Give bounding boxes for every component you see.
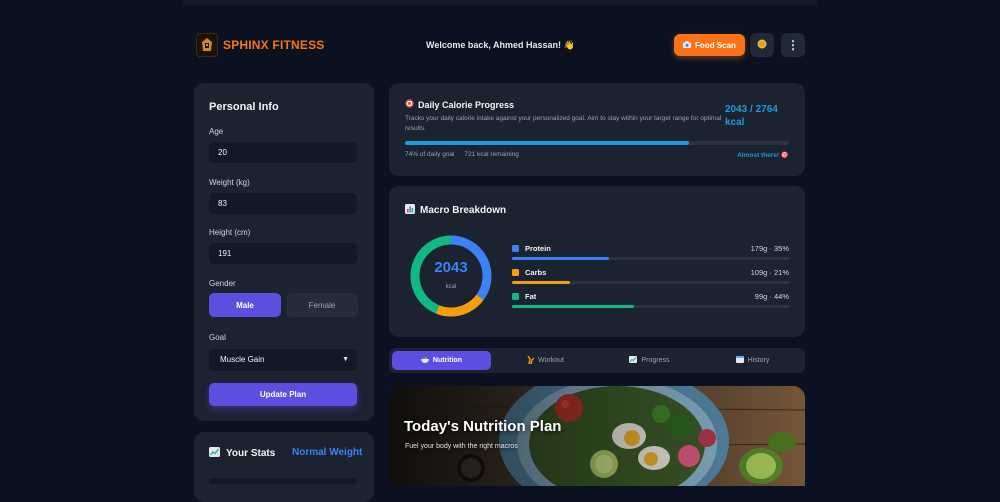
macro-name: Fat (525, 292, 537, 301)
macro-donut-chart (410, 235, 492, 317)
macro-name: Protein (525, 244, 551, 253)
calorie-value-unit: kcal (725, 117, 745, 128)
tab-label: Nutrition (432, 357, 463, 364)
update-plan-button[interactable]: Update Plan (209, 383, 357, 406)
gender-label: Gender (209, 279, 236, 288)
tab-nutrition[interactable]: Nutrition (392, 351, 491, 370)
calorie-percent: 74% of daily goal (405, 151, 455, 158)
goal-value: Muscle Gain (220, 355, 265, 364)
calorie-progress-track (405, 141, 789, 145)
macro-title-label: Macro Breakdown (420, 205, 507, 216)
macro-name: Carbs (525, 268, 547, 277)
bowl-icon (420, 356, 429, 365)
gender-male-button[interactable]: Male (209, 293, 281, 317)
weight-label: Weight (kg) (209, 178, 250, 187)
chart-icon (629, 356, 638, 365)
personal-info-card: Personal Info Age 20 Weight (kg) 83 Heig… (194, 83, 374, 421)
personal-info-title: Personal Info (209, 101, 279, 113)
macro-fill (512, 281, 571, 284)
macro-value: 179g · 35% (750, 244, 789, 253)
age-label: Age (209, 127, 224, 136)
height-input[interactable]: 191 (209, 243, 357, 264)
calorie-remaining: 721 kcal remaining (464, 151, 519, 158)
macro-value: 109g · 21% (750, 268, 789, 277)
tab-label: History (747, 357, 770, 364)
more-menu-button[interactable]: ⋮ (781, 33, 805, 57)
goal-label: Goal (209, 333, 226, 342)
weight-status-badge: Normal Weight (292, 447, 363, 458)
macro-track (512, 257, 789, 260)
calorie-status: Almost there! 🎯 (737, 152, 789, 159)
nutrition-hero-banner: Today's Nutrition Plan Fuel your body wi… (389, 386, 805, 486)
tab-workout[interactable]: Workout (496, 351, 595, 370)
welcome-message: Welcome back, Ahmed Hassan! 👋 (426, 40, 575, 50)
camera-icon (683, 40, 692, 50)
calorie-value: 2043 / 2764 kcal (725, 103, 795, 129)
height-label: Height (cm) (209, 228, 251, 237)
hero-title: Today's Nutrition Plan (404, 418, 562, 435)
calorie-description: Tracks your daily calorie intake against… (405, 115, 722, 132)
calendar-icon (735, 356, 744, 365)
macro-fill (512, 305, 634, 308)
macro-total-unit: kcal (445, 284, 457, 290)
stats-title: Your Stats (209, 447, 275, 460)
macro-breakdown-card: Macro Breakdown 2043 kcal Protein 179g ·… (389, 186, 805, 337)
bar-chart-icon (405, 204, 415, 217)
tab-history[interactable]: History (703, 351, 802, 370)
weight-input[interactable]: 83 (209, 193, 357, 214)
chart-icon (209, 447, 220, 460)
calorie-title-label: Daily Calorie Progress (418, 99, 515, 110)
goal-select[interactable]: Muscle Gain ▼ (209, 349, 357, 371)
top-strip (182, 0, 818, 6)
calorie-title: Daily Calorie Progress (405, 99, 514, 110)
calorie-progress-card: Daily Calorie Progress Tracks your daily… (389, 83, 805, 176)
target-icon (405, 99, 414, 110)
stats-bar (209, 478, 357, 484)
coin-icon (757, 36, 767, 54)
tab-progress[interactable]: Progress (600, 351, 699, 370)
macro-title: Macro Breakdown (405, 204, 506, 217)
macro-value: 99g · 44% (754, 292, 789, 301)
fat-color-dot (512, 293, 519, 300)
macro-total-calories: 2043 (434, 259, 468, 276)
brand-name: SPHINX FITNESS (223, 38, 325, 52)
macro-track (512, 281, 789, 284)
chevron-down-icon: ▼ (342, 356, 349, 363)
calorie-progress-fill (405, 141, 690, 145)
hero-subtitle: Fuel your body with the right macros (405, 443, 518, 450)
protein-color-dot (512, 245, 519, 252)
macro-row-protein: Protein 179g · 35% (512, 244, 789, 264)
sphinx-logo[interactable] (196, 33, 218, 57)
food-scan-button[interactable]: Food Scan (674, 34, 745, 56)
sphinx-logo-icon (202, 38, 212, 51)
calorie-value-amount: 2043 / 2764 (725, 104, 778, 115)
more-vertical-icon: ⋮ (787, 38, 799, 52)
macro-fill (512, 257, 609, 260)
carbs-color-dot (512, 269, 519, 276)
macro-row-fat: Fat 99g · 44% (512, 292, 789, 312)
salad-bowl-image (389, 386, 805, 486)
section-tabs: Nutrition Workout Progress History (389, 348, 805, 373)
app-header: SPHINX FITNESS Welcome back, Ahmed Hassa… (192, 28, 806, 64)
muscle-icon (527, 355, 535, 366)
macro-row-carbs: Carbs 109g · 21% (512, 268, 789, 288)
gender-female-button[interactable]: Female (286, 293, 358, 317)
tab-label: Progress (641, 357, 670, 364)
coins-button[interactable] (750, 33, 774, 57)
stats-title-label: Your Stats (226, 448, 276, 459)
tab-label: Workout (538, 357, 564, 364)
calorie-footer: 74% of daily goal 721 kcal remaining (405, 151, 527, 158)
food-scan-label: Food Scan (695, 40, 736, 50)
stats-card: Your Stats Normal Weight (194, 432, 374, 502)
age-input[interactable]: 20 (209, 142, 357, 163)
macro-track (512, 305, 789, 308)
